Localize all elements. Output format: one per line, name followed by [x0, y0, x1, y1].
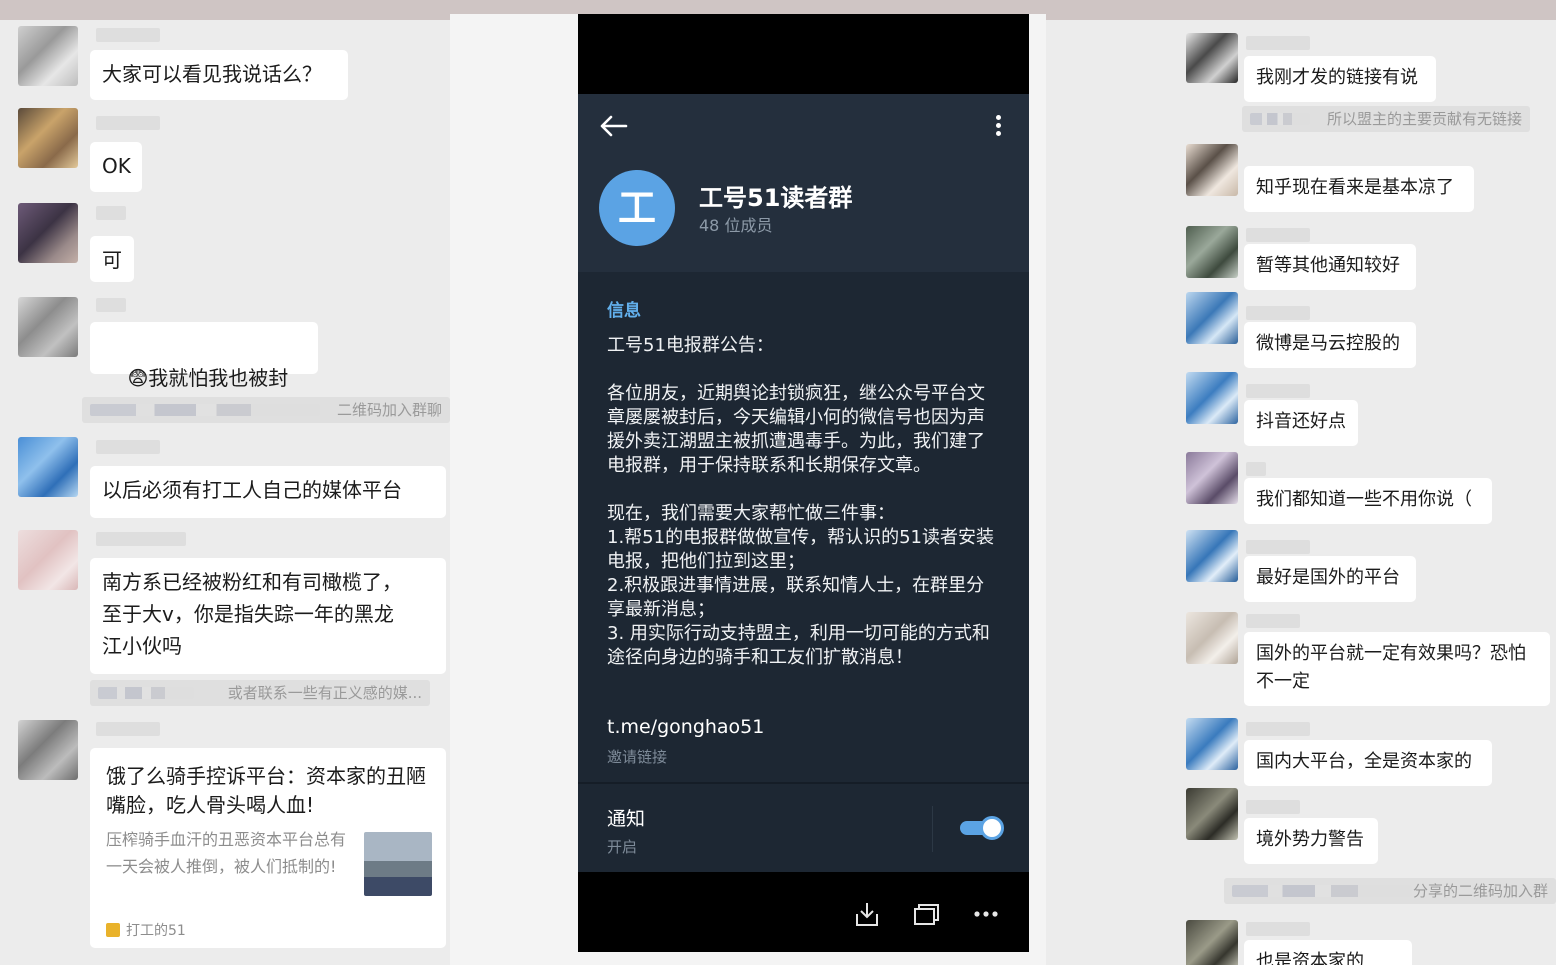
sender-name-blurred	[1246, 228, 1310, 242]
sender-name-blurred	[1246, 722, 1310, 736]
avatar[interactable]	[18, 720, 78, 780]
chat-message-bubble[interactable]: 最好是国外的平台	[1244, 556, 1416, 602]
chat-message-bubble[interactable]: 我们都知道一些不用你说（	[1244, 478, 1492, 524]
sender-name-blurred	[1246, 384, 1310, 398]
avatar[interactable]	[1186, 920, 1238, 965]
group-avatar[interactable]: 工	[599, 170, 675, 246]
chat-message-bubble[interactable]: 也是资本家的	[1244, 940, 1412, 965]
system-notice: 二维码加入群聊	[82, 397, 450, 423]
group-header: 工 工号51读者群 48 位成员	[578, 94, 1029, 272]
right-chat-screenshot: 我刚才发的链接有说 所以盟主的主要贡献有无链接 知乎现在看来是基本凉了 暂等其他…	[1046, 0, 1556, 965]
article-description: 压榨骑手血汗的丑恶资本平台总有一天会被人推倒，被人们抵制的!	[106, 830, 347, 876]
avatar[interactable]	[18, 26, 78, 86]
notice-text: 所以盟主的主要贡献有无链接	[1326, 110, 1522, 128]
shared-article-card[interactable]: 饿了么骑手控诉平台：资本家的丑陋嘴脸，吃人骨头喝人血! 压榨骑手血汗的丑恶资本平…	[90, 748, 446, 948]
chat-message-bubble[interactable]: 大家可以看见我说话么？	[90, 50, 348, 100]
system-notice: 所以盟主的主要贡献有无链接	[1242, 106, 1530, 132]
chat-message-bubble[interactable]: 可	[90, 236, 134, 282]
invite-link[interactable]: t.me/gonghao51	[607, 716, 764, 738]
avatar[interactable]	[1186, 788, 1238, 840]
group-title: 工号51读者群	[699, 184, 853, 212]
fear-emoji-icon: 😨	[127, 366, 149, 390]
avatar[interactable]	[1186, 144, 1238, 196]
system-bottom-bar	[578, 872, 1029, 952]
row-divider	[932, 806, 933, 852]
notifications-state: 开启	[607, 838, 638, 856]
chat-message-bubble[interactable]: OK	[90, 142, 142, 192]
sender-name-blurred	[96, 722, 160, 736]
system-notice: 或者联系一些有正义感的媒...	[90, 680, 430, 706]
avatar[interactable]	[1186, 292, 1238, 344]
avatar[interactable]	[18, 530, 78, 590]
sender-name-blurred	[1246, 306, 1310, 320]
sender-name-blurred	[96, 532, 186, 546]
chat-message-bubble[interactable]: 以后必须有打工人自己的媒体平台	[90, 466, 446, 518]
middle-top-bar	[450, 0, 1046, 14]
avatar[interactable]	[1186, 226, 1238, 278]
sender-name-blurred	[1246, 800, 1300, 814]
chat-message-bubble[interactable]: 国外的平台就一定有效果吗？恐怕 不一定	[1244, 632, 1550, 706]
sender-name-blurred	[1246, 462, 1266, 476]
notice-text: 分享的二维码加入群	[1412, 882, 1548, 900]
sender-name-blurred	[96, 28, 160, 42]
more-options-icon[interactable]	[990, 112, 1006, 140]
chat-message-bubble[interactable]: 知乎现在看来是基本凉了	[1244, 166, 1474, 212]
sender-name-blurred	[96, 298, 126, 312]
info-section-label: 信息	[607, 301, 641, 321]
right-top-bar	[1046, 0, 1556, 20]
notice-text: 二维码加入群聊	[336, 401, 442, 419]
wechat-official-account-icon	[106, 923, 120, 937]
article-source-name: 打工的51	[126, 923, 186, 939]
article-source: 打工的51	[106, 920, 186, 940]
notifications-toggle[interactable]	[960, 816, 1004, 840]
member-count[interactable]: 48 位成员	[699, 212, 772, 236]
sender-name-blurred	[1246, 922, 1310, 936]
avatar[interactable]	[1186, 33, 1238, 83]
sender-name-blurred	[1246, 36, 1310, 50]
system-notice: 分享的二维码加入群	[1224, 878, 1556, 904]
sender-name-blurred	[96, 440, 160, 454]
avatar[interactable]	[18, 203, 78, 263]
notifications-row[interactable]: 通知 开启	[578, 782, 1029, 872]
windows-icon[interactable]	[911, 900, 941, 928]
back-arrow-icon[interactable]	[598, 114, 628, 138]
left-top-bar	[0, 0, 450, 20]
avatar[interactable]	[18, 108, 78, 168]
chat-message-bubble[interactable]: 南方系已经被粉红和有司橄榄了， 至于大v，你是指失踪一年的黑龙 江小伙吗	[90, 558, 446, 674]
chat-message-bubble[interactable]: 微博是马云控股的	[1244, 322, 1416, 368]
avatar[interactable]	[1186, 372, 1238, 424]
chat-message-bubble[interactable]: 暂等其他通知较好	[1244, 244, 1416, 290]
article-title: 饿了么骑手控诉平台：资本家的丑陋嘴脸，吃人骨头喝人血!	[106, 764, 426, 817]
download-icon[interactable]	[852, 900, 882, 928]
chat-message-bubble[interactable]: 抖音还好点	[1244, 400, 1358, 446]
chat-message-bubble[interactable]: 国内大平台，全是资本家的	[1244, 740, 1492, 786]
article-thumbnail	[364, 832, 432, 896]
invite-link-label: 邀请链接	[607, 748, 668, 766]
sender-name-blurred	[96, 206, 126, 220]
sender-name-blurred	[96, 116, 160, 130]
avatar[interactable]	[1186, 718, 1238, 770]
avatar[interactable]	[18, 297, 78, 357]
chat-message-bubble[interactable]: 境外势力警告	[1244, 818, 1378, 864]
notifications-label: 通知	[607, 808, 646, 830]
chat-message-bubble[interactable]: 我刚才发的链接有说	[1244, 56, 1436, 102]
avatar[interactable]	[1186, 530, 1238, 582]
sender-name-blurred	[1246, 614, 1300, 628]
chat-message-bubble[interactable]: 😨我就怕我也被封了	[90, 322, 318, 422]
avatar[interactable]	[1186, 612, 1238, 664]
avatar[interactable]	[1186, 452, 1238, 504]
telegram-group-info-screen: 工 工号51读者群 48 位成员 信息 工号51电报群公告： 各位朋友，近期舆论…	[578, 14, 1029, 952]
sender-name-blurred	[1246, 540, 1310, 554]
group-info-section: 信息 工号51电报群公告： 各位朋友，近期舆论封锁疯狂，继公众号平台文章屡屡被封…	[578, 272, 1029, 782]
more-icon[interactable]	[971, 900, 1001, 928]
group-description: 工号51电报群公告： 各位朋友，近期舆论封锁疯狂，继公众号平台文章屡屡被封后，今…	[607, 335, 994, 668]
left-chat-screenshot: 大家可以看见我说话么？ OK 可 😨我就怕我也被封了 二维码加入群聊 以后必须有…	[0, 0, 450, 965]
notice-text: 或者联系一些有正义感的媒...	[227, 684, 422, 702]
avatar[interactable]	[18, 437, 78, 497]
